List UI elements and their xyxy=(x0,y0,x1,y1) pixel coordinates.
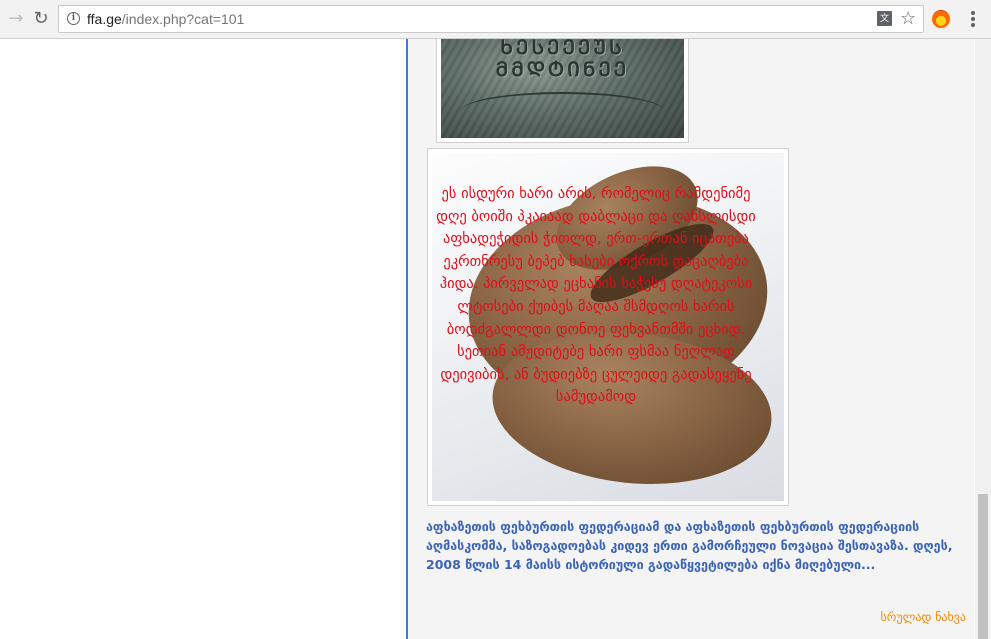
article-photo[interactable]: ეს ისდური ხარი არის, რომელიც რამდენიმე დ… xyxy=(432,153,784,501)
article-photo-frame[interactable]: ეს ისდური ხარი არის, რომელიც რამდენიმე დ… xyxy=(427,148,789,506)
fire-extension-icon[interactable] xyxy=(932,10,950,28)
read-more-link[interactable]: სრულად ნახვა xyxy=(881,610,966,624)
reload-icon[interactable]: ↻ xyxy=(29,7,53,31)
scroll-thumb[interactable] xyxy=(978,494,988,639)
translate-icon[interactable]: 文 xyxy=(877,11,892,26)
url-text[interactable]: ffa.ge/index.php?cat=101 xyxy=(87,6,244,32)
browser-toolbar: → ↻ i ffa.ge/index.php?cat=101 文 ☆ xyxy=(0,0,991,39)
url-path: /index.php?cat=101 xyxy=(121,11,245,27)
star-icon[interactable]: ☆ xyxy=(900,7,916,31)
kebab-menu-icon[interactable] xyxy=(966,8,980,30)
back-arrow-icon[interactable]: → xyxy=(4,7,28,31)
article-summary[interactable]: აფხაზეთის ფეხბურთის ფედერაციამ და აფხაზე… xyxy=(426,517,966,574)
medal-image-frame: ᲮᲔᲡᲔᲔᲔᲣᲡ ᲛᲛᲓᲢᲘᲜᲔᲔ xyxy=(436,39,689,143)
info-icon[interactable]: i xyxy=(67,12,80,25)
photo-caption-overlay: ეს ისდური ხარი არის, რომელიც რამდენიმე დ… xyxy=(436,186,756,406)
address-bar[interactable]: i ffa.ge/index.php?cat=101 文 ☆ xyxy=(58,5,924,33)
url-host: ffa.ge xyxy=(87,11,122,27)
laurel-decoration xyxy=(461,92,664,130)
page-scrollbar[interactable] xyxy=(975,39,991,639)
medal-image: ᲮᲔᲡᲔᲔᲔᲣᲡ ᲛᲛᲓᲢᲘᲜᲔᲔ xyxy=(441,39,684,138)
medal-engraving-line-2: ᲛᲛᲓᲢᲘᲜᲔᲔ xyxy=(495,57,630,81)
article-column: ᲮᲔᲡᲔᲔᲔᲣᲡ ᲛᲛᲓᲢᲘᲜᲔᲔ ეს ისდური ხარი არის, რ… xyxy=(406,39,974,639)
